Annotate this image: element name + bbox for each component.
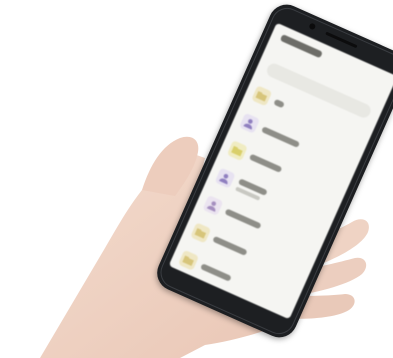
folder-icon — [251, 85, 273, 107]
folder-icon — [190, 222, 212, 244]
person-icon — [238, 112, 261, 134]
folder-icon — [226, 140, 248, 162]
phone-group — [151, 0, 393, 344]
list-item-label — [248, 153, 283, 173]
smartphone — [151, 0, 393, 344]
list-item-label — [200, 263, 232, 282]
list-item-label — [224, 208, 262, 230]
list-item-label — [212, 235, 248, 256]
list-item-label — [273, 98, 285, 109]
folder-icon — [177, 249, 200, 271]
photo-scene — [0, 0, 393, 358]
person-icon — [214, 167, 236, 189]
list-item-label — [261, 126, 301, 148]
person-icon — [202, 194, 224, 217]
